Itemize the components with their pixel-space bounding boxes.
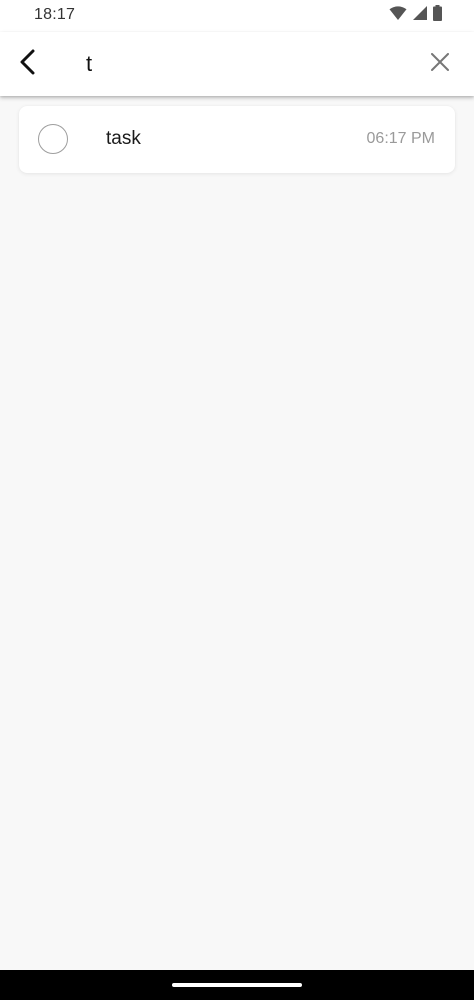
- task-time: 06:17 PM: [366, 130, 435, 147]
- status-time: 18:17: [34, 6, 76, 23]
- status-bar: 18:17: [0, 0, 474, 32]
- clear-search-button[interactable]: [420, 44, 460, 84]
- task-list-item[interactable]: task 06:17 PM: [19, 106, 455, 173]
- search-app-bar: [0, 32, 474, 96]
- task-title: task: [106, 128, 141, 149]
- cellular-signal-icon: [413, 5, 427, 25]
- search-input[interactable]: [72, 44, 402, 84]
- battery-icon: [433, 4, 442, 26]
- back-button[interactable]: [8, 40, 48, 88]
- wifi-icon: [389, 5, 407, 25]
- chevron-left-icon: [18, 49, 38, 80]
- close-icon: [431, 52, 449, 76]
- home-gesture-handle[interactable]: [172, 983, 302, 987]
- system-navigation-bar: [0, 970, 474, 1000]
- search-results-list: task 06:17 PM: [0, 96, 474, 970]
- task-complete-checkbox[interactable]: [38, 124, 68, 154]
- status-icons: [389, 4, 442, 26]
